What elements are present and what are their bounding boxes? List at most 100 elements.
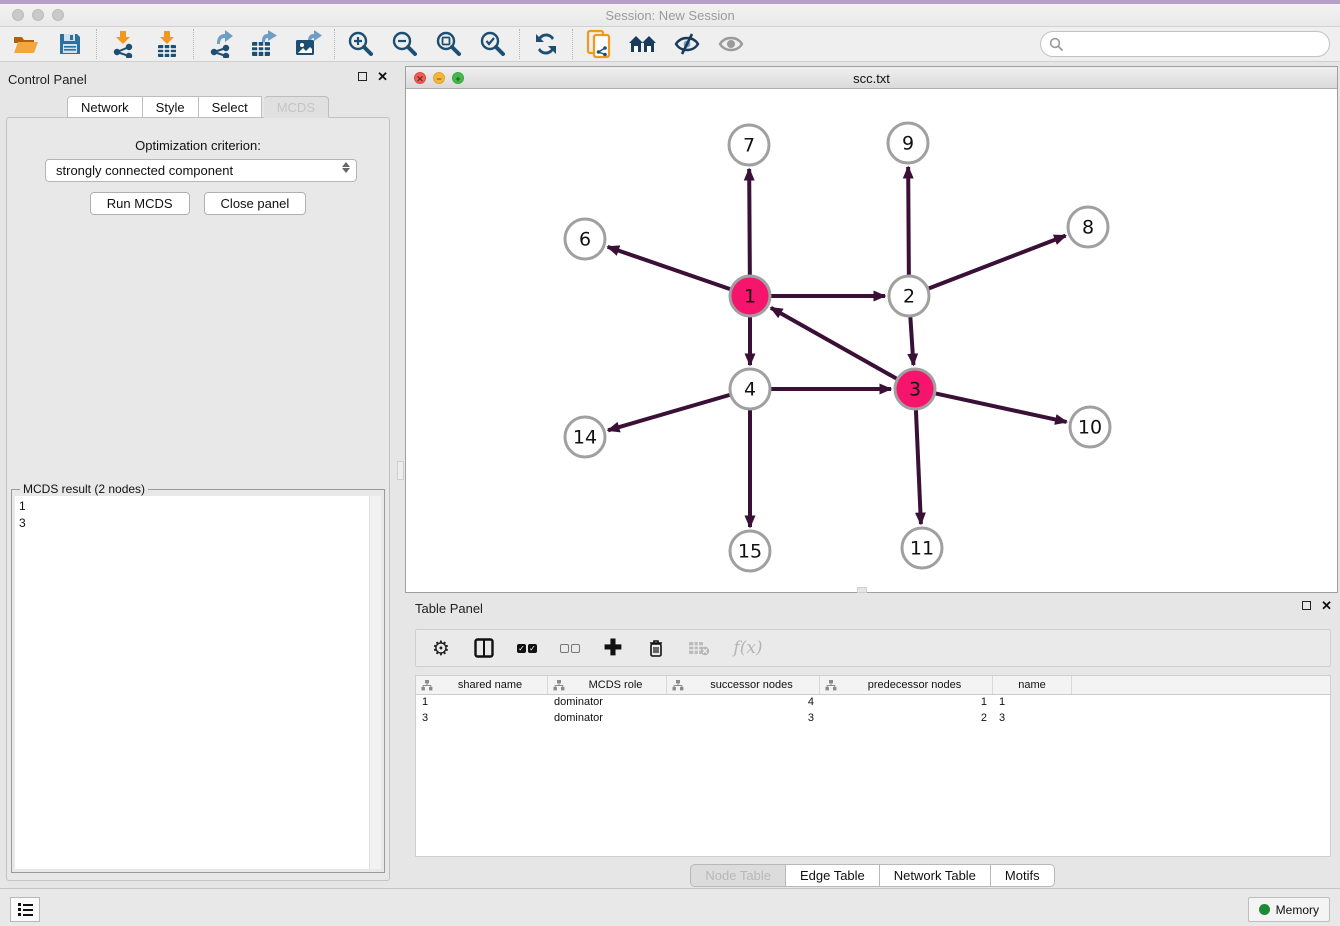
table-cell[interactable]: dominator [548,711,667,727]
zoom-in-button[interactable] [345,29,377,59]
home-button[interactable] [627,29,659,59]
float-table-panel-icon[interactable] [1302,601,1311,610]
graph-node-8[interactable]: 8 [1068,207,1108,247]
column-header-successor-nodes[interactable]: successor nodes [667,676,820,694]
tab-network-table[interactable]: Network Table [880,864,991,887]
task-history-button[interactable] [10,897,40,922]
mcds-result-text[interactable]: 1 3 [15,496,369,869]
tab-edge-table[interactable]: Edge Table [786,864,880,887]
column-header-predecessor-nodes[interactable]: predecessor nodes [820,676,993,694]
column-settings-button[interactable]: ⚙ [430,637,452,659]
export-table-button[interactable] [248,29,280,59]
hide-graphics-button[interactable] [671,29,703,59]
graph-node-7[interactable]: 7 [729,125,769,165]
zoom-fit-button[interactable] [433,29,465,59]
tab-style[interactable]: Style [143,96,199,118]
graph-edge-1-6[interactable] [608,247,730,289]
show-graphics-button[interactable] [715,29,747,59]
table-cell[interactable]: 3 [993,711,1072,727]
graph-edge-3-10[interactable] [936,393,1067,421]
search-field[interactable] [1040,31,1330,57]
close-panel-icon[interactable]: ✕ [377,72,388,81]
unchecked-boxes-icon [560,644,580,653]
node-label: 8 [1082,217,1094,239]
eye-icon [717,32,745,56]
close-panel-button[interactable]: Close panel [204,192,307,215]
graph-edge-2-9[interactable] [908,167,909,275]
graph-edge-2-3[interactable] [910,317,913,365]
tab-network[interactable]: Network [67,96,143,118]
graph-node-15[interactable]: 15 [730,531,770,571]
tab-motifs[interactable]: Motifs [991,864,1055,887]
export-image-icon [294,30,322,58]
graph-node-14[interactable]: 14 [565,417,605,457]
tree-column-icon [421,680,433,691]
import-table-icon [154,30,180,58]
graph-node-4[interactable]: 4 [730,369,770,409]
show-all-columns-button[interactable]: ✓✓ [516,637,538,659]
close-table-panel-icon[interactable]: ✕ [1321,601,1332,610]
import-table-button[interactable] [151,29,183,59]
apply-layout-button[interactable] [530,29,562,59]
delete-column-button[interactable] [645,637,667,659]
table-cell[interactable]: dominator [548,695,667,711]
open-session-button[interactable] [10,29,42,59]
import-network-button[interactable] [107,29,139,59]
float-panel-icon[interactable] [358,72,367,81]
hide-all-columns-button[interactable] [559,637,581,659]
column-header-shared-name[interactable]: shared name [416,676,548,694]
delete-table-button[interactable] [688,637,710,659]
frame-resize-grip[interactable] [857,587,867,593]
refresh-icon [533,31,559,57]
table-cell[interactable]: 1 [993,695,1072,711]
memory-button[interactable]: Memory [1248,897,1330,922]
network-close-button[interactable]: ✕ [414,72,426,84]
zoom-selected-button[interactable] [477,29,509,59]
graph-node-10[interactable]: 10 [1070,407,1110,447]
graph-edge-1-7[interactable] [749,169,750,275]
graph-node-1[interactable]: 1 [730,276,770,316]
export-network-button[interactable] [204,29,236,59]
node-label: 10 [1078,417,1102,439]
save-session-button[interactable] [54,29,86,59]
column-header-name[interactable]: name [993,676,1072,694]
split-view-button[interactable] [473,637,495,659]
graph-edge-2-8[interactable] [929,236,1066,289]
network-canvas[interactable]: 7 9 6 8 1 2 4 3 14 10 15 11 [406,89,1337,592]
table-cell[interactable]: 2 [820,711,993,727]
graph-edge-4-14[interactable] [608,395,730,430]
graph-node-2[interactable]: 2 [889,276,929,316]
zoom-out-button[interactable] [389,29,421,59]
run-mcds-button[interactable]: Run MCDS [90,192,190,215]
search-icon [1049,37,1063,51]
tab-select[interactable]: Select [199,96,262,118]
splitter-grip[interactable] [397,461,404,480]
graph-edge-3-1[interactable] [771,308,897,379]
table-cell[interactable]: 1 [820,695,993,711]
search-input[interactable] [1069,37,1321,51]
network-window-titlebar[interactable]: ✕ − + scc.txt [406,67,1337,89]
add-column-button[interactable]: ✚ [602,637,624,659]
table-cell[interactable]: 3 [667,711,820,727]
column-header-MCDS-role[interactable]: MCDS role [548,676,667,694]
network-maximize-button[interactable]: + [452,72,464,84]
export-image-button[interactable] [292,29,324,59]
optimization-criterion-dropdown[interactable]: strongly connected component [45,159,357,182]
network-overview-button[interactable] [583,29,615,59]
network-minimize-button[interactable]: − [433,72,445,84]
table-cell[interactable]: 4 [667,695,820,711]
table-cell[interactable]: 3 [416,711,548,727]
graph-edge-3-11[interactable] [916,410,921,524]
table-row[interactable]: 1dominator411 [416,695,1330,711]
result-scrollbar[interactable] [369,496,381,869]
table-row[interactable]: 3dominator323 [416,711,1330,727]
tab-node-table[interactable]: Node Table [690,864,786,887]
graph-node-3[interactable]: 3 [895,369,935,409]
graph-node-6[interactable]: 6 [565,219,605,259]
graph-node-9[interactable]: 9 [888,123,928,163]
tab-mcds[interactable]: MCDS [264,96,329,118]
function-builder-button[interactable]: f(x) [731,637,765,659]
graph-node-11[interactable]: 11 [902,528,942,568]
tree-column-icon [825,680,837,691]
table-cell[interactable]: 1 [416,695,548,711]
